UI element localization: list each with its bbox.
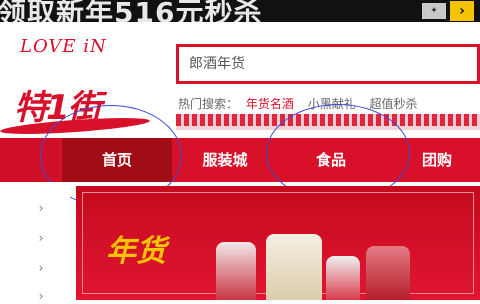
- hot-link-2[interactable]: 小黑献礼: [308, 97, 356, 111]
- site-logo[interactable]: LOVE iN 特1街: [0, 22, 170, 140]
- chevron-right-icon[interactable]: ›: [34, 200, 48, 216]
- nav-left-block: [0, 138, 60, 182]
- bottle-image: [366, 246, 410, 300]
- bottle-image: [266, 234, 322, 300]
- logo-love-text: LOVE iN: [20, 36, 107, 57]
- promo-banner[interactable]: 年货: [76, 186, 480, 300]
- hot-link-3[interactable]: 超值秒杀: [370, 97, 418, 111]
- chevron-right-icon[interactable]: ›: [34, 288, 48, 304]
- search-input[interactable]: [189, 54, 449, 74]
- hot-search: 热门搜索： 年货名酒 小黑献礼 超值秒杀: [178, 95, 428, 112]
- arrow-icon[interactable]: ›: [450, 1, 474, 21]
- nav-item-clothing[interactable]: 服装城: [180, 138, 270, 182]
- top-promo-banner[interactable]: 领取新年516元秒杀 ✦ ›: [0, 0, 480, 22]
- nav-item-home[interactable]: 首页: [62, 138, 172, 182]
- bottle-image: [216, 242, 256, 300]
- search-box[interactable]: [176, 44, 480, 84]
- chevron-right-icon[interactable]: ›: [34, 230, 48, 246]
- nav-item-group-buy[interactable]: 团购: [400, 138, 474, 182]
- main-nav: 首页 服装城 食品 团购: [0, 138, 480, 182]
- promo-text: 领取新年516元秒杀: [0, 0, 263, 22]
- chevron-right-icon[interactable]: ›: [34, 260, 48, 276]
- banner-title: 年货: [106, 234, 166, 269]
- sticker-icon: ✦: [422, 3, 446, 19]
- hot-search-label: 热门搜索：: [178, 97, 239, 111]
- bottle-image: [326, 256, 360, 300]
- nav-item-food[interactable]: 食品: [288, 138, 374, 182]
- decorative-band-lower: [176, 126, 480, 130]
- hot-link-1[interactable]: 年货名酒: [246, 97, 294, 111]
- category-sidebar: › › › ›: [0, 182, 70, 303]
